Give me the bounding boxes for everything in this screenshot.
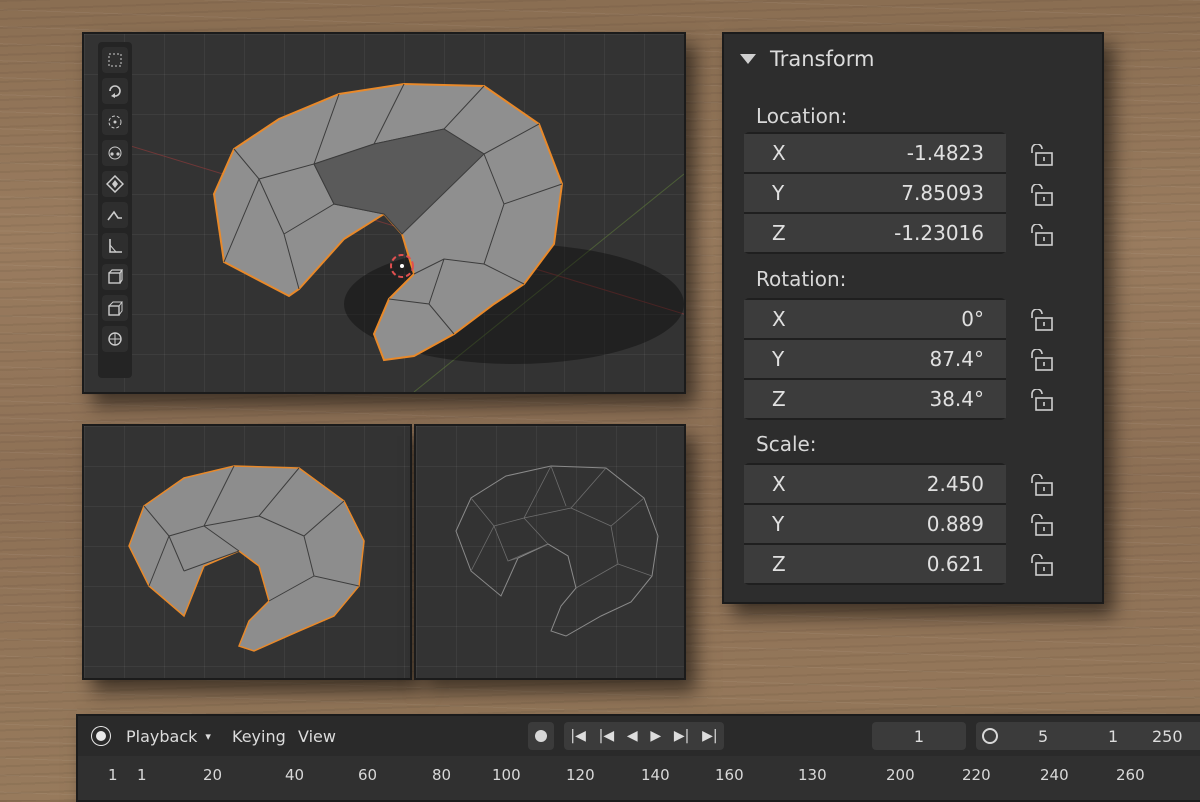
playback-menu[interactable]: Playback ▾ <box>126 727 211 746</box>
view-menu[interactable]: View <box>298 727 336 746</box>
rotation-x-field[interactable]: X 0° <box>744 300 1006 338</box>
record-dot-icon <box>535 730 547 742</box>
frame-ruler[interactable]: 1 1 20 40 60 80 100 120 140 160 130 200 … <box>78 756 1200 800</box>
tick-label: 240 <box>1040 766 1069 784</box>
wireframe-mesh-render[interactable] <box>416 426 684 678</box>
scale-y-field[interactable]: Y 0.889 <box>744 505 1006 543</box>
tick-label: 200 <box>886 766 915 784</box>
rotation-label: Rotation: <box>756 267 847 291</box>
move-icon[interactable] <box>102 171 128 197</box>
extrude-icon[interactable] <box>102 295 128 321</box>
start-frame-field[interactable]: 1 <box>1108 727 1118 746</box>
scale-z-field[interactable]: Z 0.621 <box>744 545 1006 583</box>
tick-label: 80 <box>432 766 452 784</box>
tick-label: 140 <box>641 766 670 784</box>
tick-label: 20 <box>203 766 223 784</box>
end-frame-field[interactable]: 250 <box>1152 727 1183 746</box>
jump-keyframe-back-icon[interactable]: |◀ <box>599 728 614 744</box>
transform-panel: Transform Location: X -1.4823 Y 7.85093 Z-… <box>722 32 1104 604</box>
tool-shelf <box>98 42 132 378</box>
sphere-icon[interactable] <box>102 326 128 352</box>
lock-icon[interactable] <box>1028 554 1054 578</box>
select-box-icon[interactable] <box>102 47 128 73</box>
main-mesh-render[interactable] <box>84 34 684 392</box>
tick-label: 40 <box>285 766 305 784</box>
tick-label: 120 <box>566 766 595 784</box>
tick-label: 100 <box>492 766 521 784</box>
solid-viewport[interactable] <box>82 424 412 680</box>
tick-label: 1 <box>108 766 118 784</box>
tick-label: 260 <box>1116 766 1145 784</box>
lock-icon[interactable] <box>1028 514 1054 538</box>
lock-icon[interactable] <box>1028 474 1054 498</box>
tick-label: 60 <box>358 766 378 784</box>
play-reverse-icon[interactable]: ◀ <box>627 728 638 744</box>
stopwatch-icon[interactable] <box>982 728 998 744</box>
main-3d-viewport[interactable] <box>82 32 686 394</box>
scale-label: Scale: <box>756 432 817 456</box>
lock-icon[interactable] <box>1028 389 1054 413</box>
frame-range-group: 5 1 250 <box>976 722 1200 750</box>
location-label: Location: <box>756 104 848 128</box>
lock-icon[interactable] <box>1028 224 1054 248</box>
measure-icon[interactable] <box>102 233 128 259</box>
play-icon[interactable]: ▶ <box>650 728 661 744</box>
jump-keyframe-forward-icon[interactable]: ▶| <box>674 728 689 744</box>
chevron-down-icon: ▾ <box>205 730 211 743</box>
transform-header[interactable]: Transform <box>724 34 1102 84</box>
solid-mesh-render[interactable] <box>84 426 410 678</box>
fps-field[interactable]: 5 <box>1038 727 1048 746</box>
timeline-header: Playback ▾ Keying View |◀ |◀ ◀ ▶ ▶| ▶| 1… <box>78 716 1200 756</box>
lock-icon[interactable] <box>1028 309 1054 333</box>
rotation-y-field[interactable]: Y 87.4° <box>744 340 1006 378</box>
annotate-icon[interactable] <box>102 202 128 228</box>
lock-icon[interactable] <box>1028 349 1054 373</box>
cursor-icon[interactable] <box>102 109 128 135</box>
timeline-panel: Playback ▾ Keying View |◀ |◀ ◀ ▶ ▶| ▶| 1… <box>76 714 1200 802</box>
tick-label: 130 <box>798 766 827 784</box>
tick-label: 220 <box>962 766 991 784</box>
lock-icon[interactable] <box>1028 184 1054 208</box>
transform-icon[interactable] <box>102 140 128 166</box>
tick-label: 160 <box>715 766 744 784</box>
jump-end-icon[interactable]: ▶| <box>702 728 717 744</box>
location-x-field[interactable]: X -1.4823 <box>744 134 1006 172</box>
add-cube-icon[interactable] <box>102 264 128 290</box>
transport-controls: |◀ |◀ ◀ ▶ ▶| ▶| <box>564 722 724 750</box>
tick-label: 1 <box>137 766 147 784</box>
jump-start-icon[interactable]: |◀ <box>570 728 585 744</box>
rotate-view-icon[interactable] <box>102 78 128 104</box>
auto-key-button[interactable] <box>528 722 554 750</box>
transform-title: Transform <box>770 47 875 71</box>
location-z-field[interactable]: Z -1.23016 <box>744 214 1006 252</box>
scale-x-field[interactable]: X 2.450 <box>744 465 1006 503</box>
rotation-z-field[interactable]: Z 38.4° <box>744 380 1006 418</box>
location-y-field[interactable]: Y 7.85093 <box>744 174 1006 212</box>
collapse-triangle-icon[interactable] <box>740 54 756 64</box>
lock-icon[interactable] <box>1028 144 1054 168</box>
current-frame-field[interactable]: 1 <box>872 722 966 750</box>
wireframe-viewport[interactable] <box>414 424 686 680</box>
record-icon[interactable] <box>92 727 110 745</box>
keying-menu[interactable]: Keying <box>232 727 286 746</box>
